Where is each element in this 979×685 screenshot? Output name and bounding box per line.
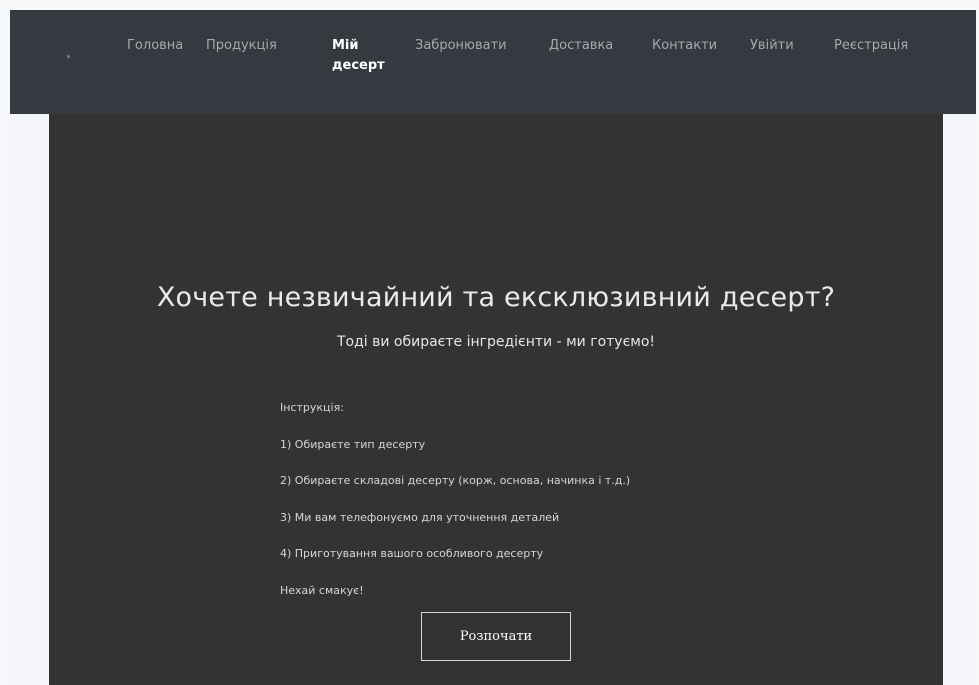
nav-item-reserve[interactable]: Забронювати bbox=[415, 36, 507, 56]
nav-item-home[interactable]: Головна bbox=[127, 36, 183, 56]
start-button[interactable]: Розпочати bbox=[421, 612, 571, 661]
brand-dot-icon[interactable] bbox=[67, 55, 70, 58]
nav-item-my-dessert[interactable]: Мій десерт bbox=[332, 36, 385, 76]
instructions-list: Інструкція: 1) Обираєте тип десерту 2) О… bbox=[280, 400, 630, 619]
instruction-step-2: 2) Обираєте складові десерту (корж, осно… bbox=[280, 474, 631, 487]
instruction-step-1: 1) Обираєте тип десерту bbox=[280, 437, 426, 451]
hero-section: Хочете незвичайний та ексклюзивний десер… bbox=[49, 114, 943, 685]
nav-item-products[interactable]: Продукція bbox=[206, 36, 277, 56]
hero-subtitle: Тоді ви обираєте інгредієнти - ми готуєм… bbox=[336, 334, 655, 350]
nav-item-delivery[interactable]: Доставка bbox=[549, 36, 613, 56]
top-navbar: Головна Продукція Мій десерт Забронювати… bbox=[10, 10, 976, 114]
hero-title: Хочете незвичайний та ексклюзивний десер… bbox=[156, 282, 836, 313]
instructions-heading: Інструкція: bbox=[280, 401, 344, 414]
instruction-step-4: 4) Приготування вашого особливого десерт… bbox=[280, 547, 544, 560]
instruction-step-3: 3) Ми вам телефонуємо для уточнення дета… bbox=[280, 510, 560, 524]
nav-item-contacts[interactable]: Контакти bbox=[652, 36, 717, 56]
nav-item-register[interactable]: Реєстрація bbox=[834, 36, 908, 56]
nav-item-login[interactable]: Увійти bbox=[750, 36, 794, 56]
